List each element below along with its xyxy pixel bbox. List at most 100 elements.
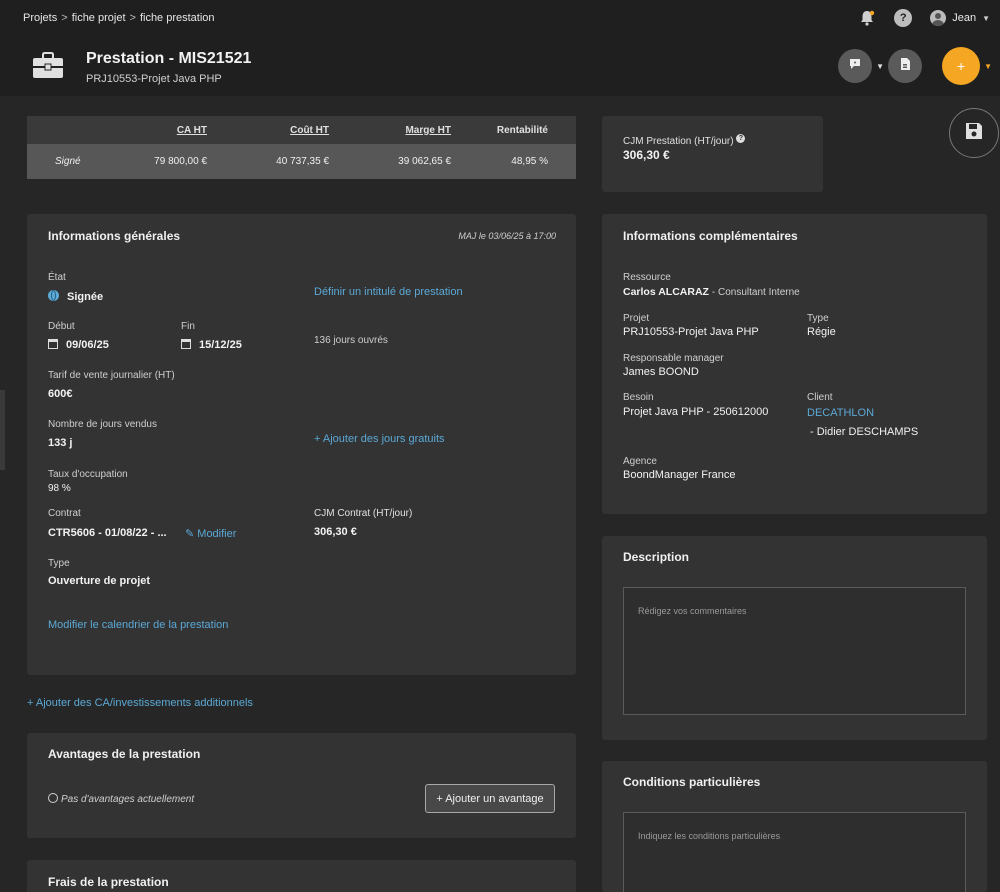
etat-value: Signée [48,290,103,303]
table-cell: 40 737,35 € [276,156,329,167]
column-header: Rentabilité [496,124,548,136]
save-button[interactable] [949,108,999,158]
section-title: Frais de la prestation [48,875,169,889]
user-name: Jean [952,12,977,24]
help-icon[interactable]: ? [736,134,746,143]
manager-value[interactable]: James BOOND [623,366,699,378]
table-cell: 48,95 % [511,156,548,167]
add-button[interactable]: + [942,47,981,85]
agence-label: Agence [623,456,657,467]
taux-value: 98 % [48,483,71,494]
column-header: CA HT [176,124,207,136]
breadcrumb-separator: > [61,12,68,24]
client-contact[interactable]: - Didier DESCHAMPS [810,426,918,438]
besoin-label: Besoin [623,392,654,403]
calendar-icon [48,339,58,349]
table-row: Signé 79 800,00 € 40 737,35 € 39 062,65 … [27,144,576,179]
page-subtitle: PRJ10553-Projet Java PHP [86,73,222,85]
finance-table-header: CA HT Coût HT Marge HT Rentabilité [27,116,576,144]
define-title-link[interactable]: Définir un intitulé de prestation [314,286,463,298]
general-info-card: Informations générales MAJ le 03/06/25 à… [27,214,576,675]
row-label: Signé [55,156,81,167]
type-label: Type [48,558,70,569]
breadcrumb-item-projets[interactable]: Projets [23,12,57,24]
ressource-label: Ressource [623,272,671,283]
section-title: Avantages de la prestation [48,747,201,761]
pencil-icon: ✎ [185,528,195,540]
cjm-contrat-value: 306,30 € [314,526,357,538]
briefcase-icon [32,52,64,80]
conditions-card: Conditions particulières Indiquez les co… [602,761,987,892]
chevron-down-icon[interactable]: ▼ [876,62,884,71]
column-header: Marge HT [405,124,451,136]
breadcrumb-item-fiche-projet[interactable]: fiche projet [72,12,126,24]
jours-value: 133 j [48,437,73,449]
calendar-link[interactable]: Modifier le calendrier de la prestation [48,619,228,631]
scrollbar[interactable] [0,390,5,470]
section-title: Description [623,550,690,564]
column-header: Coût HT [290,124,329,136]
agence-value: BoondManager France [623,469,736,481]
fees-card: Frais de la prestation [27,860,576,892]
modifier-contrat-link[interactable]: ✎ Modifier [185,527,236,540]
jours-label: Nombre de jours vendus [48,419,157,430]
cjm-label: CJM Prestation (HT/jour) ? [623,134,746,147]
type-value: Régie [807,326,836,338]
tarif-label: Tarif de vente journalier (HT) [48,370,175,381]
top-bar: Projets > fiche projet > fiche prestatio… [0,0,1000,96]
user-menu[interactable]: Jean ▼ [930,10,990,26]
calendar-icon [181,339,191,349]
chevron-down-icon[interactable]: ▼ [984,62,992,71]
page-title: Prestation - MIS21521 [86,50,252,67]
save-icon [964,121,984,146]
projet-value[interactable]: PRJ10553-Projet Java PHP [623,326,759,338]
chevron-down-icon: ▼ [982,13,990,23]
add-ca-link[interactable]: + Ajouter des CA/investissements additio… [27,697,253,709]
header-actions: ▼ + ▼ [838,47,992,85]
table-cell: 79 800,00 € [154,156,207,167]
advantages-card: Avantages de la prestation Pas d'avantag… [27,733,576,838]
client-label: Client [807,392,833,403]
finance-table: CA HT Coût HT Marge HT Rentabilité Signé… [27,116,576,179]
client-link[interactable]: DECATHLON [807,407,874,419]
contrat-label: Contrat [48,508,81,519]
projet-label: Projet [623,313,650,324]
breadcrumb-item-fiche-prestation: fiche prestation [139,12,215,24]
manager-label: Responsable manager [623,353,724,364]
conditions-placeholder: Indiquez les conditions particulières [638,831,781,841]
help-icon[interactable]: ? [894,9,913,27]
document-icon [898,57,912,76]
conditions-textarea[interactable]: Indiquez les conditions particulières [623,812,966,892]
section-title: Informations complémentaires [623,229,798,243]
section-title: Informations générales [48,229,181,243]
fin-label: Fin [181,321,195,332]
ressource-value: Carlos ALCARAZ - Consultant Interne [623,286,800,298]
advantages-empty: Pas d'avantages actuellement [48,793,194,805]
taux-label: Taux d'occupation [48,469,128,480]
comment-icon [848,57,862,76]
avatar [930,10,947,26]
description-textarea[interactable]: Rédigez vos commentaires [623,587,966,715]
top-right-actions: ? Jean ▼ [858,9,990,27]
add-free-days-link[interactable]: + Ajouter des jours gratuits [314,433,445,445]
debut-value: 09/06/25 [48,339,109,351]
cjm-card: CJM Prestation (HT/jour) ? 306,30 € [602,116,823,192]
status-globe-icon [48,290,59,301]
section-title: Conditions particulières [623,775,761,789]
bell-icon[interactable] [858,9,876,27]
ban-icon [48,793,58,803]
besoin-value[interactable]: Projet Java PHP - 250612000 [623,406,768,418]
description-card: Description Rédigez vos commentaires [602,536,987,740]
type-label: Type [807,313,829,324]
working-days: 136 jours ouvrés [314,335,388,346]
add-advantage-button[interactable]: + Ajouter un avantage [425,784,555,813]
complementary-info-card: Informations complémentaires Ressource C… [602,214,987,514]
breadcrumb: Projets > fiche projet > fiche prestatio… [23,12,215,24]
cjm-value: 306,30 € [623,148,670,162]
comment-button[interactable] [838,49,873,83]
tarif-value: 600€ [48,388,73,400]
type-value: Ouverture de projet [48,575,151,587]
document-button[interactable] [888,49,923,83]
contrat-value[interactable]: CTR5606 - 01/08/22 - ... [48,527,167,539]
etat-label: État [48,272,66,283]
